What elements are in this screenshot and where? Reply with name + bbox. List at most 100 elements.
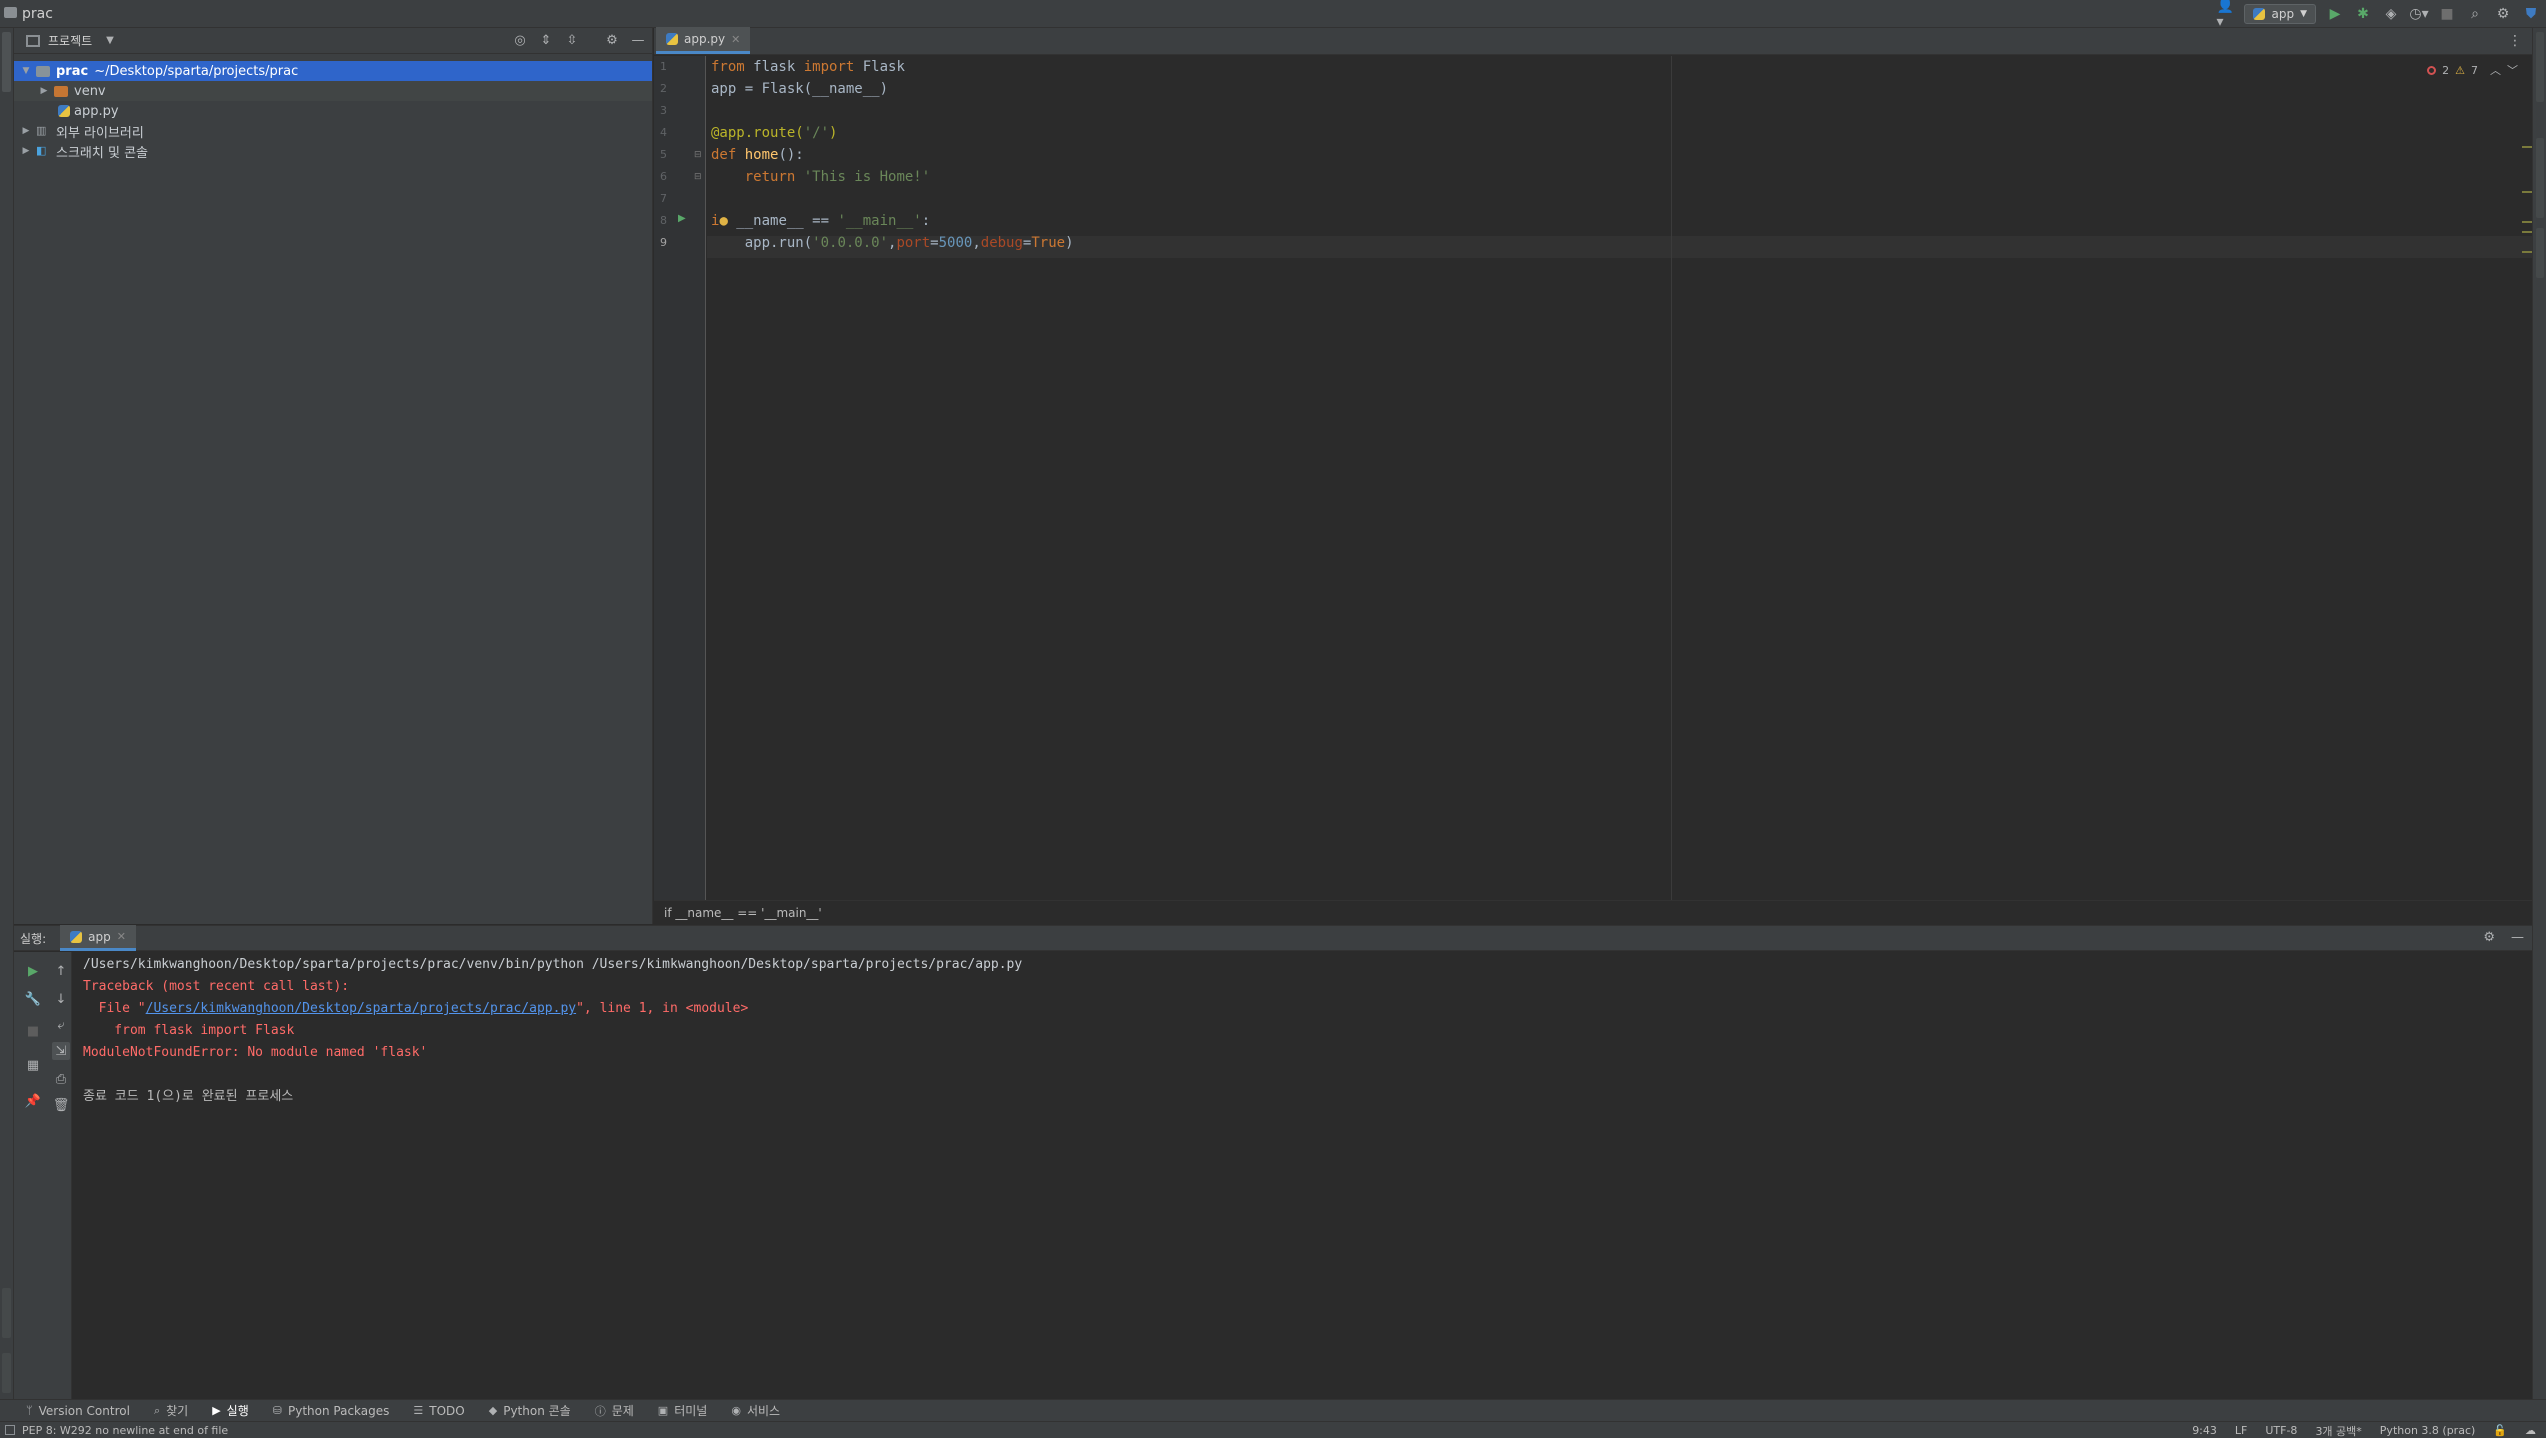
trash-icon[interactable]: 🗑 bbox=[52, 1096, 70, 1114]
project-panel-title[interactable]: 프로젝트 bbox=[48, 32, 92, 49]
marker[interactable] bbox=[2522, 191, 2532, 193]
tree-item-app-py[interactable]: app.py bbox=[14, 101, 652, 121]
fold-icon[interactable]: ⊟ bbox=[694, 150, 702, 160]
status-message[interactable]: PEP 8: W292 no newline at end of file bbox=[22, 1424, 228, 1437]
gear-icon[interactable]: ⚙ bbox=[604, 32, 620, 48]
tool-services[interactable]: ◉ 서비스 bbox=[731, 1402, 780, 1419]
python-console-icon: ◆ bbox=[488, 1404, 498, 1417]
tool-run[interactable]: ▶ 실행 bbox=[212, 1402, 249, 1419]
bookmarks-stripe-button[interactable] bbox=[2, 1288, 11, 1338]
marker[interactable] bbox=[2522, 251, 2532, 253]
notifications-stripe-button[interactable] bbox=[2536, 32, 2544, 102]
fold-icon[interactable]: ⊟ bbox=[694, 172, 702, 182]
breadcrumb[interactable]: if __name__ == '__main__' bbox=[654, 900, 2532, 924]
stop-icon[interactable]: ■ bbox=[24, 1022, 42, 1040]
more-icon[interactable]: ⋮ bbox=[2508, 33, 2522, 49]
collapse-all-icon[interactable]: ⇳ bbox=[564, 32, 580, 48]
inspection-widget[interactable]: 2 ⚠ 7 ︿ ﹀ bbox=[2427, 62, 2518, 78]
tool-python-packages[interactable]: ⛁ Python Packages bbox=[273, 1404, 390, 1418]
tool-version-control[interactable]: ᛘ Version Control bbox=[26, 1404, 130, 1418]
tool-python-console[interactable]: ◆ Python 콘솔 bbox=[489, 1402, 571, 1419]
pin-icon[interactable]: 📌 bbox=[24, 1092, 42, 1110]
tool-terminal[interactable]: ▣ 터미널 bbox=[658, 1402, 708, 1419]
print-icon[interactable]: ⎙ bbox=[52, 1070, 70, 1088]
tree-item-prac[interactable]: ▼ prac ~/Desktop/sparta/projects/prac bbox=[14, 61, 652, 81]
tree-item-scratches[interactable]: ▶ ◧ 스크래치 및 콘솔 bbox=[14, 141, 652, 161]
marker[interactable] bbox=[2522, 231, 2532, 233]
chevron-right-icon[interactable]: ▶ bbox=[20, 126, 32, 136]
arrow-down-icon[interactable]: ↓ bbox=[52, 990, 70, 1008]
run-config-selector[interactable]: app ▼ bbox=[2244, 4, 2316, 24]
code-line: def home(): bbox=[711, 147, 804, 163]
tree-item-external-libraries[interactable]: ▶ ▥ 외부 라이브러리 bbox=[14, 121, 652, 141]
arrow-up-icon[interactable]: ↑ bbox=[52, 962, 70, 980]
marker[interactable] bbox=[2522, 146, 2532, 148]
chevron-up-icon[interactable]: ︿ bbox=[2490, 62, 2501, 78]
tool-label: TODO bbox=[429, 1403, 465, 1418]
warning-icon: ⚠ bbox=[2455, 63, 2465, 77]
user-icon[interactable]: 👤▾ bbox=[2216, 0, 2234, 30]
terminal-icon: ▣ bbox=[657, 1404, 669, 1417]
chevron-down-icon[interactable]: ﹀ bbox=[2507, 62, 2518, 78]
locate-icon[interactable]: ◎ bbox=[512, 32, 528, 48]
structure-stripe-button[interactable] bbox=[2, 1353, 11, 1393]
soft-wrap-icon[interactable]: ⤶ bbox=[52, 1016, 70, 1034]
error-stripe[interactable] bbox=[2522, 56, 2532, 256]
file-encoding[interactable]: UTF-8 bbox=[2265, 1424, 2297, 1437]
console-text: ", line 1, in <module> bbox=[576, 1001, 749, 1016]
chevron-down-icon[interactable]: ▼ bbox=[106, 35, 114, 46]
tree-item-label: prac bbox=[56, 63, 89, 79]
tree-item-venv[interactable]: ▶ venv bbox=[14, 81, 652, 101]
breadcrumb-item[interactable]: if __name__ == '__main__' bbox=[664, 906, 822, 920]
chevron-right-icon[interactable]: ▶ bbox=[20, 146, 32, 156]
tree-item-path: ~/Desktop/sparta/projects/prac bbox=[94, 63, 299, 79]
caret-position[interactable]: 9:43 bbox=[2192, 1424, 2217, 1437]
minimize-icon[interactable]: — bbox=[2511, 930, 2524, 945]
marker[interactable] bbox=[2522, 221, 2532, 223]
line-separator[interactable]: LF bbox=[2235, 1424, 2247, 1437]
rerun-icon[interactable]: ▶ bbox=[24, 962, 42, 980]
run-tab-app[interactable]: app ✕ bbox=[60, 925, 136, 951]
expand-all-icon[interactable]: ⇕ bbox=[538, 32, 554, 48]
close-icon[interactable]: ✕ bbox=[731, 33, 740, 46]
close-icon[interactable]: ✕ bbox=[117, 930, 126, 943]
status-toggle-icon[interactable] bbox=[5, 1425, 15, 1435]
notification-icon[interactable]: ☁ bbox=[2525, 1424, 2536, 1437]
coverage-icon[interactable]: ◈ bbox=[2382, 5, 2400, 23]
tab-app-py[interactable]: app.py ✕ bbox=[656, 27, 751, 54]
stop-icon[interactable]: ■ bbox=[2438, 5, 2456, 23]
debug-icon[interactable]: ✱ bbox=[2354, 5, 2372, 23]
gear-icon[interactable]: ⚙ bbox=[2494, 5, 2512, 23]
editor-gutter[interactable]: 1 2 3 4 5 6 7 8 9 ▶ ⊟ ⊟ bbox=[654, 56, 706, 900]
search-icon[interactable]: ⌕ bbox=[2466, 5, 2484, 23]
line-number: 7 bbox=[660, 192, 667, 205]
interpreter[interactable]: Python 3.8 (prac) bbox=[2380, 1424, 2476, 1437]
shield-icon[interactable]: ⛊ bbox=[2522, 5, 2540, 23]
chevron-down-icon[interactable]: ▼ bbox=[20, 66, 32, 76]
right-tool-stripe bbox=[2532, 28, 2546, 1403]
run-panel-title: 실행: bbox=[20, 931, 47, 946]
indent-setting[interactable]: 3개 공백* bbox=[2315, 1423, 2361, 1438]
tool-todo[interactable]: ☰ TODO bbox=[413, 1404, 464, 1418]
scratches-icon: ◧ bbox=[36, 144, 47, 157]
lock-icon[interactable]: 🔓 bbox=[2493, 1424, 2507, 1437]
profile-icon[interactable]: ◷▾ bbox=[2409, 5, 2428, 23]
chevron-right-icon[interactable]: ▶ bbox=[38, 86, 50, 96]
tool-problems[interactable]: ⓘ 문제 bbox=[595, 1402, 634, 1419]
tool-find[interactable]: ⌕ 찾기 bbox=[154, 1402, 188, 1419]
layout-icon[interactable]: ▦ bbox=[24, 1056, 42, 1074]
run-icon[interactable]: ▶ bbox=[2326, 5, 2344, 23]
scroll-to-end-icon[interactable]: ⇲ bbox=[52, 1042, 70, 1060]
database-stripe-button[interactable] bbox=[2536, 228, 2544, 278]
file-link[interactable]: /Users/kimkwanghoon/Desktop/sparta/proje… bbox=[146, 1001, 576, 1016]
run-gutter-icon[interactable]: ▶ bbox=[678, 213, 686, 224]
sciview-stripe-button[interactable] bbox=[2536, 138, 2544, 218]
tool-label: 문제 bbox=[611, 1404, 634, 1418]
minimize-icon[interactable]: — bbox=[630, 32, 646, 48]
branch-icon: ᛘ bbox=[26, 1404, 33, 1417]
gear-icon[interactable]: ⚙ bbox=[2483, 930, 2495, 945]
code-editor[interactable]: from flask import Flask app = Flask(__na… bbox=[707, 56, 2532, 900]
wrench-icon[interactable]: 🔧 bbox=[24, 990, 42, 1008]
run-console[interactable]: /Users/kimkwanghoon/Desktop/sparta/proje… bbox=[73, 952, 2532, 1399]
project-stripe-button[interactable] bbox=[2, 32, 11, 92]
